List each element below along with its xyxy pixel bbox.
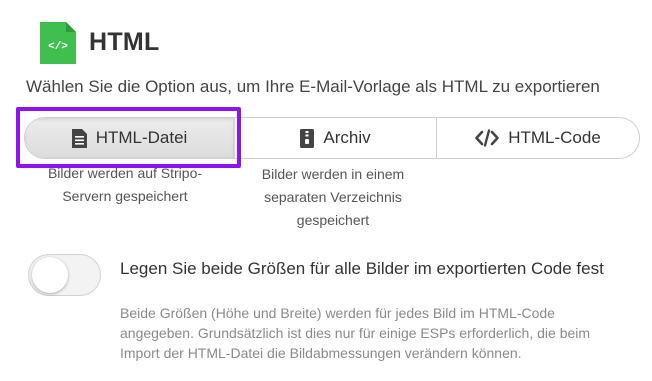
html-file-option[interactable]: HTML-Datei bbox=[25, 118, 235, 158]
archive-icon bbox=[300, 128, 315, 148]
archive-option[interactable]: Archiv bbox=[235, 118, 437, 158]
image-size-toggle-label: Legen Sie beide Größen für alle Bilder i… bbox=[120, 259, 604, 278]
archive-note-line: separaten Verzeichnis bbox=[264, 189, 402, 205]
html-code-option[interactable]: HTML-Code bbox=[437, 118, 639, 158]
svg-text:</>: </> bbox=[48, 41, 68, 53]
archive-note: Bilder werden in einem separaten Verzeic… bbox=[238, 163, 428, 232]
html-file-note-line: Servern gespeichert bbox=[62, 188, 188, 204]
archive-note-line: Bilder werden in einem bbox=[261, 166, 405, 182]
html-code-option-label: HTML-Code bbox=[508, 128, 601, 147]
toggle-knob bbox=[32, 257, 68, 293]
page-title: HTML bbox=[89, 28, 160, 56]
code-icon bbox=[475, 129, 500, 147]
html-file-note-line: Bilder werden auf Stripo- bbox=[47, 165, 203, 181]
export-format-selector: HTML-Datei Archiv HTML-Code bbox=[24, 117, 640, 159]
document-icon bbox=[71, 128, 87, 148]
image-size-toggle[interactable] bbox=[28, 254, 101, 296]
html-file-icon: </> bbox=[40, 22, 76, 64]
archive-option-label: Archiv bbox=[323, 128, 371, 147]
image-size-toggle-help: Beide Größen (Höhe und Breite) werden fü… bbox=[120, 305, 591, 361]
archive-note-line: gespeichert bbox=[296, 212, 370, 228]
html-file-option-label: HTML-Datei bbox=[95, 128, 188, 147]
html-file-note: Bilder werden auf Stripo- Servern gespei… bbox=[30, 162, 220, 210]
export-description: Wählen Sie die Option aus, um Ihre E-Mai… bbox=[26, 77, 600, 96]
